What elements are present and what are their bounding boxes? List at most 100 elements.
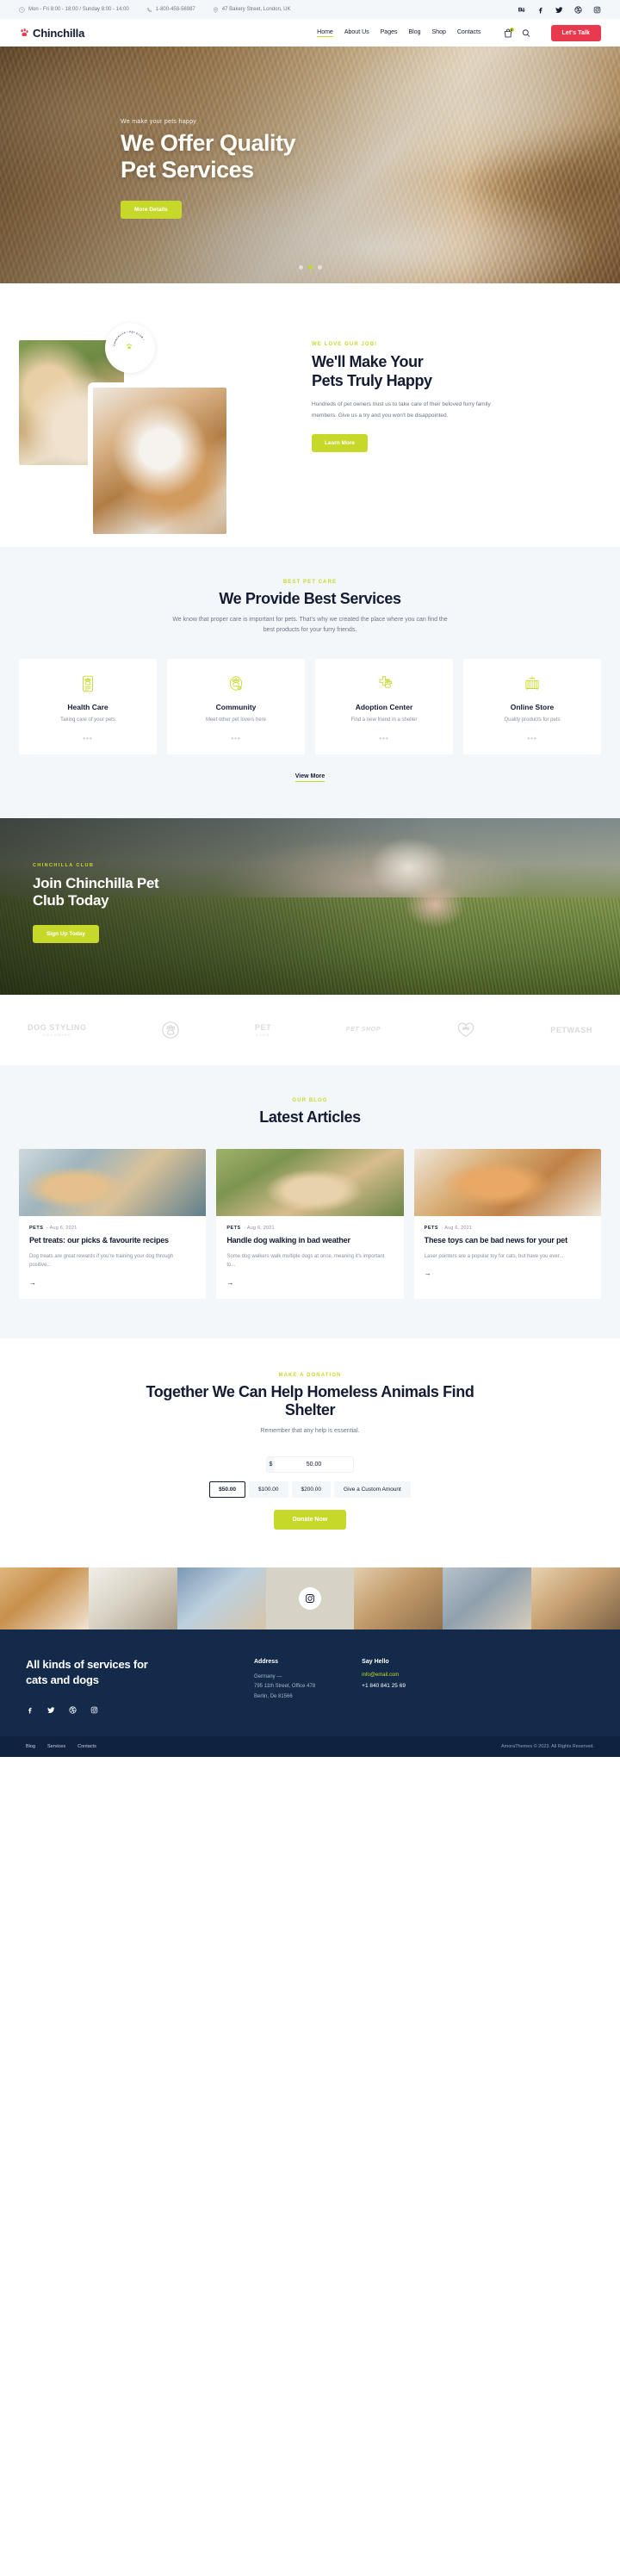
location-pin-icon bbox=[213, 6, 219, 13]
hero-dot-1[interactable] bbox=[298, 265, 303, 270]
donation-subtitle: Remember that any help is essential. bbox=[260, 1428, 360, 1435]
footer-email-link[interactable]: info@email.com bbox=[362, 1673, 406, 1678]
facebook-icon[interactable] bbox=[536, 6, 544, 14]
gallery-instagram-badge[interactable] bbox=[299, 1587, 321, 1611]
twitter-icon[interactable] bbox=[555, 6, 563, 14]
brand-dog-styling: DOG STYLING GROOMING bbox=[28, 1023, 87, 1037]
blog-post-meta: PETS · Aug 6, 2021 bbox=[29, 1225, 78, 1231]
nav-item-shop[interactable]: Shop bbox=[432, 29, 446, 37]
dribbble-icon[interactable] bbox=[69, 1706, 77, 1714]
service-card-adoption-center[interactable]: Adoption Center Find a new friend in a s… bbox=[315, 658, 453, 754]
service-card-community[interactable]: Community Meet other pet lovers here ••• bbox=[167, 658, 305, 754]
blog-post-card[interactable]: PETS · Aug 6, 2021 Handle dog walking in… bbox=[216, 1148, 404, 1299]
brand-logo-label: PET SHOP bbox=[345, 1027, 381, 1034]
circular-badge-text: CHINCHILLA • PET CLUB • bbox=[113, 331, 145, 349]
gallery-image[interactable] bbox=[443, 1567, 532, 1630]
header-icons: 0 bbox=[504, 27, 530, 38]
blog-post-meta: PETS · Aug 6, 2021 bbox=[226, 1225, 275, 1231]
brand-logo-label: DOG STYLING bbox=[28, 1022, 87, 1032]
dribbble-icon[interactable] bbox=[574, 5, 582, 14]
community-paw-icon bbox=[226, 674, 245, 693]
blog-post-list: PETS · Aug 6, 2021 Pet treats: our picks… bbox=[19, 1148, 601, 1299]
donation-preset-50[interactable]: $50.00 bbox=[209, 1481, 246, 1499]
hero-title-line2: Pet Services bbox=[121, 156, 254, 183]
hero-dot-3[interactable] bbox=[317, 265, 322, 270]
twitter-icon[interactable] bbox=[47, 1706, 55, 1714]
behance-icon[interactable] bbox=[518, 6, 525, 14]
search-icon[interactable] bbox=[522, 28, 530, 38]
sign-up-today-button[interactable]: Sign Up Today bbox=[33, 924, 100, 943]
nav-item-contacts[interactable]: Contacts bbox=[457, 29, 481, 37]
blog-post-meta: PETS · Aug 6, 2021 bbox=[424, 1225, 473, 1231]
service-card-title: Adoption Center bbox=[355, 702, 413, 711]
nav-item-blog[interactable]: Blog bbox=[409, 29, 421, 37]
primary-nav: Home About Us Pages Blog Shop Contacts 0… bbox=[317, 24, 601, 41]
cart-icon[interactable]: 0 bbox=[504, 27, 514, 38]
footer-claim-block: All kinds of services for cats and dogs bbox=[26, 1657, 254, 1714]
nav-item-pages[interactable]: Pages bbox=[381, 29, 398, 37]
blog-post-card[interactable]: PETS · Aug 6, 2021 Pet treats: our picks… bbox=[19, 1148, 207, 1299]
instagram-icon[interactable] bbox=[593, 6, 601, 14]
footer-phone: +1 840 841 25 69 bbox=[362, 1683, 406, 1690]
blog-post-title[interactable]: Handle dog walking in bad weather bbox=[226, 1236, 393, 1246]
facebook-icon[interactable] bbox=[26, 1706, 34, 1714]
footer-address-title: Address bbox=[254, 1659, 279, 1666]
services-section: BEST PET CARE We Provide Best Services W… bbox=[0, 547, 620, 818]
view-more-button[interactable]: View More bbox=[295, 773, 326, 782]
topbar-phone[interactable]: 1-800-458-56987 bbox=[146, 7, 195, 13]
gallery-image[interactable] bbox=[177, 1567, 266, 1630]
blog-post-arrow-icon[interactable]: → bbox=[226, 1279, 393, 1287]
nav-item-home[interactable]: Home bbox=[317, 29, 333, 37]
brand-heart-mark bbox=[456, 1021, 476, 1039]
donation-preset-custom[interactable]: Give a Custom Amount bbox=[334, 1481, 411, 1499]
blog-post-category: PETS bbox=[226, 1225, 241, 1231]
gallery-image[interactable] bbox=[531, 1567, 620, 1630]
gallery-image[interactable] bbox=[354, 1567, 443, 1630]
donation-preset-200[interactable]: $200.00 bbox=[291, 1481, 332, 1499]
donation-title-line1: Together We Can Help Homeless bbox=[146, 1382, 378, 1400]
donation-amount-input[interactable] bbox=[275, 1457, 353, 1473]
footer-copyright: AmoraThemes © 2023. All Rights Reserved. bbox=[501, 1743, 594, 1749]
lets-talk-button[interactable]: Let's Talk bbox=[550, 24, 601, 41]
gallery-image[interactable] bbox=[0, 1567, 89, 1630]
blog-post-arrow-icon[interactable]: → bbox=[29, 1279, 195, 1287]
blog-post-image bbox=[216, 1148, 404, 1216]
about-learn-more-button[interactable]: Learn More bbox=[312, 433, 369, 452]
donation-preset-100[interactable]: $100.00 bbox=[249, 1481, 288, 1499]
instagram-icon[interactable] bbox=[90, 1706, 98, 1714]
hero-dot-2[interactable] bbox=[307, 265, 313, 270]
brand-petwash: PETWASH bbox=[550, 1026, 592, 1034]
gallery-image[interactable] bbox=[88, 1567, 177, 1630]
pet-carrier-icon bbox=[523, 674, 542, 693]
donation-preset-list: $50.00 $100.00 $200.00 Give a Custom Amo… bbox=[19, 1481, 601, 1499]
about-photo-cat bbox=[93, 388, 226, 534]
footer-claim: All kinds of services for cats and dogs bbox=[26, 1657, 254, 1686]
blog-post-excerpt: Laser pointers are a popular toy for cat… bbox=[424, 1253, 564, 1259]
blog-post-card[interactable]: PETS · Aug 6, 2021 These toys can be bad… bbox=[413, 1148, 601, 1299]
about-body: WE LOVE OUR JOB! We'll Make Your Pets Tr… bbox=[312, 323, 601, 504]
about-circular-badge: CHINCHILLA • PET CLUB • bbox=[105, 323, 155, 373]
service-card-health-care[interactable]: Health Care Taking care of your pets ••• bbox=[19, 658, 157, 754]
brand-pet-shop: PET SHOP bbox=[346, 1027, 381, 1033]
donation-section: MAKE A DONATION Together We Can Help Hom… bbox=[0, 1338, 620, 1568]
logo[interactable]: Chinchilla bbox=[19, 27, 84, 40]
service-card-text: Quality products for pets bbox=[504, 717, 561, 723]
blog-post-title[interactable]: Pet treats: our picks & favourite recipe… bbox=[29, 1236, 195, 1246]
footer-link-blog[interactable]: Blog bbox=[26, 1744, 35, 1749]
blog-post-title[interactable]: These toys can be bad news for your pet bbox=[425, 1236, 591, 1246]
brand-paw-mark bbox=[161, 1021, 180, 1040]
blog-post-image bbox=[413, 1148, 601, 1216]
about-section: CHINCHILLA • PET CLUB • WE LOVE OUR JOB!… bbox=[0, 283, 620, 547]
hero-more-details-button[interactable]: More Details bbox=[121, 200, 182, 219]
footer-link-contacts[interactable]: Contacts bbox=[78, 1744, 96, 1749]
service-card-online-store[interactable]: Online Store Quality products for pets •… bbox=[463, 658, 601, 754]
club-title: Join Chinchilla Pet Club Today bbox=[33, 875, 159, 910]
paw-logo-icon bbox=[19, 28, 29, 38]
footer-address-line-3: Berlin, De 81566 bbox=[254, 1693, 293, 1699]
blog-post-arrow-icon[interactable]: → bbox=[425, 1269, 591, 1277]
donate-now-button[interactable]: Donate Now bbox=[273, 1510, 347, 1530]
nav-item-about-us[interactable]: About Us bbox=[344, 29, 369, 37]
footer-link-services[interactable]: Services bbox=[47, 1744, 65, 1749]
blog-post-date: Aug 6, 2021 bbox=[49, 1225, 78, 1231]
hero-title-line1: We Offer Quality bbox=[121, 130, 296, 156]
